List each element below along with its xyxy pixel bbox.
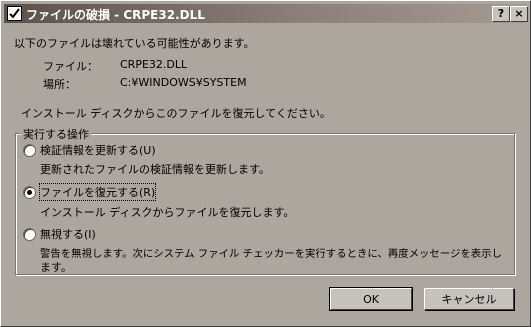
warning-icon [7,6,22,21]
help-button[interactable]: ? [492,6,510,22]
title-bar[interactable]: ファイルの破損 - CRPE32.DLL ? × [4,4,528,23]
window-title: ファイルの破損 - CRPE32.DLL [26,8,205,22]
cancel-button[interactable]: キャンセル [424,288,514,310]
ok-button[interactable]: OK [330,288,412,310]
dialog-window: ファイルの破損 - CRPE32.DLL ? × 以下のファイルは壊れている可能… [0,0,531,327]
ignore-radio[interactable] [23,228,36,241]
restore-file-radio[interactable] [23,186,36,199]
file-value: CRPE32.DLL [120,58,188,71]
update-verification-label[interactable]: 検証情報を更新する(U) [40,142,156,158]
actions-group-label: 実行する操作 [21,126,91,142]
ignore-label[interactable]: 無視する(I) [40,226,96,242]
location-value: C:¥WINDOWS¥SYSTEM [120,76,247,89]
close-button[interactable]: × [510,6,528,22]
location-label: 場所： [43,78,76,91]
update-verification-radio[interactable] [23,144,36,157]
file-label: ファイル： [43,60,98,73]
ignore-description-line1: 警告を無視します。次にシステム ファイル チェッカーを実行するときに、再度メッセ… [40,248,502,260]
instruction-text: インストール ディスクからこのファイルを復元してください。 [21,107,331,120]
message-text: 以下のファイルは壊れている可能性があります。 [14,37,255,50]
restore-file-description: インストール ディスクからファイルを復元します。 [40,206,295,219]
update-verification-description: 更新されたファイルの検証情報を更新します。 [40,163,270,176]
ignore-description-line2: ます。 [40,261,72,274]
restore-file-label[interactable]: ファイルを復元する(R) [38,183,157,201]
